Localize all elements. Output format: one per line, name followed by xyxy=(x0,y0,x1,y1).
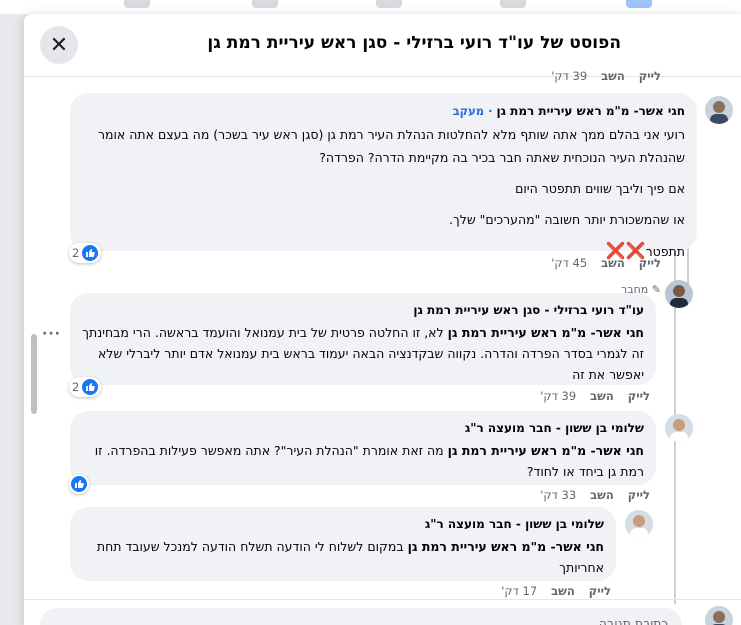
dialog-title: הפוסט של עו"ד רועי ברזילי - סגן ראש עירי… xyxy=(207,33,621,53)
watch-icon xyxy=(500,0,526,8)
comment-input[interactable]: כתיבת תגובה... xyxy=(40,608,682,625)
close-icon: ✕ xyxy=(49,32,69,58)
reaction-count[interactable]: 2 xyxy=(69,377,102,397)
comment-text: חגי אשר- מ"מ ראש עיריית רמת גן במקום לשל… xyxy=(96,539,604,575)
divider xyxy=(24,599,741,600)
comment-text: חגי אשר- מ"מ ראש עיריית רמת גן לא, זו הח… xyxy=(82,325,644,382)
comment-bubble: שלומי בן ששון - חבר מועצה ר"ג חגי אשר- מ… xyxy=(70,507,616,581)
post-dialog: הפוסט של עו"ד רועי ברזילי - סגן ראש עירי… xyxy=(24,14,741,625)
follow-link[interactable]: מעקב xyxy=(453,104,484,118)
comment-text: אם פיך וליבך שווים תתפטר היום xyxy=(515,181,685,196)
comment-time[interactable]: 33 דק' xyxy=(540,488,576,502)
comment-bubble: חגי אשר- מ"מ ראש עיריית רמת גן · מעקב רו… xyxy=(70,93,697,260)
reply-link[interactable]: השב xyxy=(590,488,614,502)
gaming-icon xyxy=(124,0,150,8)
dialog-header: הפוסט של עו"ד רועי ברזילי - סגן ראש עירי… xyxy=(24,14,741,77)
comment-time[interactable]: 39 דק' xyxy=(551,69,587,83)
comment-actions: לייק השב 17 דק' xyxy=(487,584,611,598)
comment-text: רועי אני בהלם ממך אתה שותף מלא להחלטות ה… xyxy=(97,127,685,165)
like-link[interactable]: לייק xyxy=(628,488,650,502)
comment-time[interactable]: 39 דק' xyxy=(540,389,576,403)
comment-bubble: שלומי בן ששון - חבר מועצה ר"ג חגי אשר- מ… xyxy=(70,411,656,485)
comment-author[interactable]: עו"ד רועי ברזילי - סגן ראש עיריית רמת גן xyxy=(82,299,644,322)
like-icon xyxy=(82,379,99,395)
comment-actions: לייק השב 33 דק' xyxy=(526,488,650,502)
comment-time[interactable]: 45 דק' xyxy=(551,256,587,270)
pencil-icon: ✎ xyxy=(648,283,661,296)
mention-link[interactable]: חגי אשר- מ"מ ראש עיריית רמת גן xyxy=(448,325,644,340)
background-navbar xyxy=(0,0,741,14)
comment-actions-top: לייק השב 39 דק' xyxy=(537,69,661,83)
avatar[interactable] xyxy=(665,414,693,442)
more-icon[interactable]: ··· xyxy=(42,326,61,342)
avatar[interactable] xyxy=(705,96,733,124)
scrollbar[interactable] xyxy=(31,334,37,414)
comment-bubble: עו"ד רועי ברזילי - סגן ראש עיריית רמת גן… xyxy=(70,293,656,385)
comment-author[interactable]: שלומי בן ששון - חבר מועצה ר"ג xyxy=(82,513,604,536)
reply-link[interactable]: השב xyxy=(601,69,625,83)
reaction-count[interactable]: 2 xyxy=(69,243,102,263)
avatar[interactable] xyxy=(665,280,693,308)
reply-link[interactable]: השב xyxy=(601,256,625,270)
comment-author[interactable]: חגי אשר- מ"מ ראש עיריית רמת גן xyxy=(496,104,685,118)
mention-link[interactable]: חגי אשר- מ"מ ראש עיריית רמת גן xyxy=(448,443,644,458)
like-icon xyxy=(71,476,87,492)
avatar[interactable] xyxy=(705,606,733,625)
like-link[interactable]: לייק xyxy=(639,256,661,270)
like-icon xyxy=(82,245,99,261)
like-link[interactable]: לייק xyxy=(639,69,661,83)
avatar[interactable] xyxy=(625,510,653,538)
close-button[interactable]: ✕ xyxy=(40,26,78,64)
reply-link[interactable]: השב xyxy=(551,584,575,598)
comment-header: חגי אשר- מ"מ ראש עיריית רמת גן · מעקב xyxy=(452,104,685,118)
comment-time[interactable]: 17 דק' xyxy=(501,584,537,598)
marketplace-icon xyxy=(376,0,402,8)
comment-text: או שהמשכורת יותר חשובה "מהערכים" שלך. xyxy=(449,212,685,227)
home-icon xyxy=(626,0,652,8)
comment-text: חגי אשר- מ"מ ראש עיריית רמת גן מה זאת או… xyxy=(94,443,644,479)
like-link[interactable]: לייק xyxy=(628,389,650,403)
groups-icon xyxy=(252,0,278,8)
mention-link[interactable]: חגי אשר- מ"מ ראש עיריית רמת גן xyxy=(408,539,604,554)
comment-actions: לייק השב 45 דק' xyxy=(537,256,661,270)
reply-link[interactable]: השב xyxy=(590,389,614,403)
comment-actions: לייק השב 39 דק' xyxy=(526,389,650,403)
comment-author[interactable]: שלומי בן ששון - חבר מועצה ר"ג xyxy=(82,417,644,440)
like-link[interactable]: לייק xyxy=(589,584,611,598)
reaction-count[interactable] xyxy=(69,474,89,494)
